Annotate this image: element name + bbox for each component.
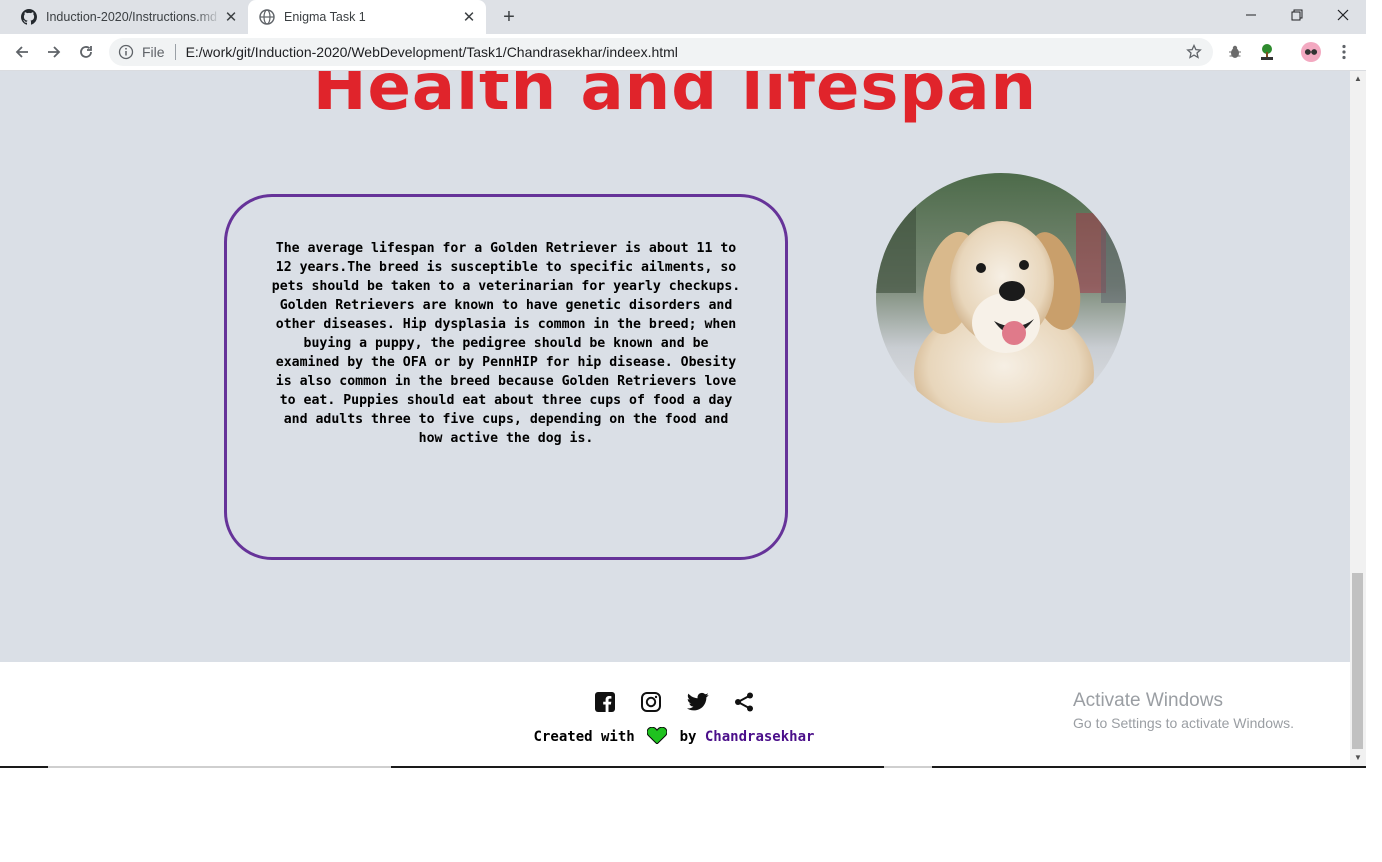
scroll-down-icon[interactable]: ▼ [1354, 753, 1362, 762]
url-text[interactable]: E:/work/git/Induction-2020/WebDevelopmen… [186, 44, 1184, 60]
golden-retriever-image [876, 173, 1126, 423]
tab-strip: Induction-2020/Instructions.md at ✕ Enig… [0, 0, 1366, 34]
page-footer: Created with by Chandrasekhar Activate W… [0, 662, 1350, 767]
close-window-button[interactable] [1320, 0, 1366, 30]
taskbar-edge [0, 766, 1366, 768]
edge-highlight [48, 766, 391, 768]
share-icon[interactable] [733, 691, 755, 713]
activate-title: Activate Windows [1073, 690, 1223, 711]
tab-title: Enigma Task 1 [284, 10, 366, 24]
restore-button[interactable] [1274, 0, 1320, 30]
activate-subtitle: Go to Settings to activate Windows. [1073, 715, 1294, 731]
tab-enigma-task[interactable]: Enigma Task 1 ✕ [248, 0, 486, 34]
github-icon [21, 9, 37, 25]
avatar[interactable] [1301, 42, 1321, 62]
tab-github-instructions[interactable]: Induction-2020/Instructions.md at ✕ [8, 0, 248, 34]
tab-title: Induction-2020/Instructions.md at [46, 10, 221, 24]
address-bar[interactable]: File E:/work/git/Induction-2020/WebDevel… [109, 38, 1213, 66]
vertical-scrollbar[interactable]: ▲ ▼ [1350, 71, 1366, 767]
tree-extension-icon[interactable] [1257, 42, 1277, 62]
page-viewport: Health and lifespan The average lifespan… [0, 71, 1350, 767]
credit-prefix: Created with [533, 729, 635, 745]
scheme-label: File [142, 44, 165, 60]
reload-button[interactable] [72, 38, 100, 66]
lifespan-paragraph: The average lifespan for a Golden Retrie… [271, 241, 741, 446]
scroll-up-icon[interactable]: ▲ [1354, 74, 1362, 83]
info-icon[interactable] [118, 44, 134, 60]
twitter-icon[interactable] [687, 691, 709, 713]
author-link[interactable]: Chandrasekhar [705, 729, 815, 745]
browser-toolbar: File E:/work/git/Induction-2020/WebDevel… [0, 34, 1366, 71]
facebook-icon[interactable] [594, 691, 616, 713]
divider [174, 44, 176, 60]
back-button[interactable] [8, 38, 36, 66]
section-heading: Health and lifespan [312, 71, 1038, 125]
globe-icon [259, 9, 275, 25]
activate-windows-watermark: Activate Windows Go to Settings to activ… [1073, 690, 1294, 731]
instagram-icon[interactable] [640, 691, 662, 713]
bookmark-star-icon[interactable] [1184, 42, 1204, 62]
lifespan-text-box: The average lifespan for a Golden Retrie… [224, 194, 788, 560]
close-tab-icon[interactable]: ✕ [459, 7, 479, 27]
credit-by: by [679, 729, 697, 745]
new-tab-button[interactable]: + [497, 5, 521, 29]
minimize-button[interactable] [1228, 0, 1274, 30]
forward-button[interactable] [40, 38, 68, 66]
close-tab-icon[interactable]: ✕ [221, 7, 241, 27]
heart-icon [646, 726, 668, 748]
scrollbar-thumb[interactable] [1352, 573, 1363, 749]
edge-highlight [884, 766, 932, 768]
bug-extension-icon[interactable] [1225, 42, 1245, 62]
menu-icon[interactable] [1334, 42, 1354, 62]
